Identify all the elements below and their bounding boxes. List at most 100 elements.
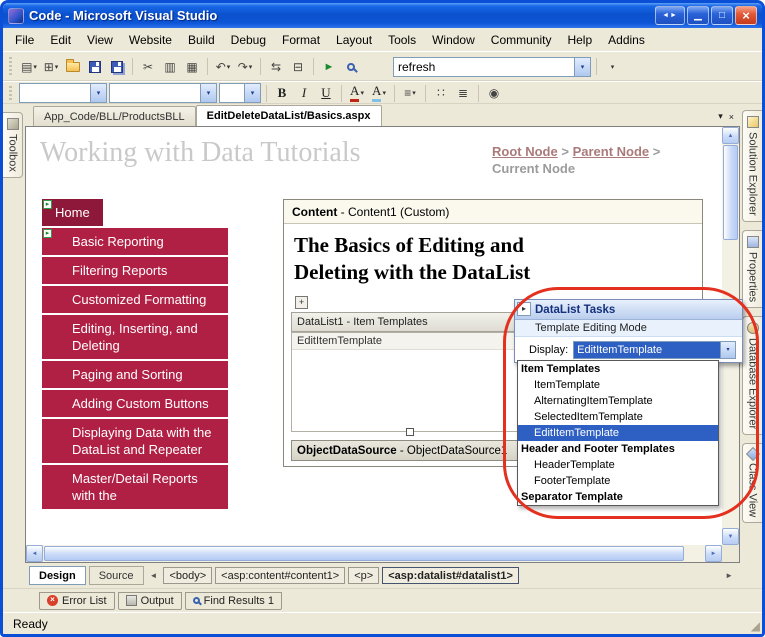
tag-p[interactable]: <p> (348, 567, 380, 584)
scroll-down-button[interactable]: ▼ (722, 528, 739, 545)
smart-tag-collapse-icon[interactable]: ▸ (517, 302, 531, 316)
dropdown-button[interactable]: ▾ (90, 84, 106, 102)
tab-basics-aspx[interactable]: EditDeleteDataList/Basics.aspx (195, 105, 382, 126)
toolbox-tab[interactable]: Toolbox (3, 112, 23, 178)
menu-window[interactable]: Window (424, 30, 483, 50)
tab-close-button[interactable]: × (729, 112, 734, 122)
tab-products-bll[interactable]: App_Code/BLL/ProductsBLL (33, 106, 196, 126)
save-button[interactable] (85, 57, 105, 77)
design-view-tab[interactable]: Design (29, 566, 86, 585)
nav-item-displaying-data[interactable]: Displaying Data with the DataList and Re… (42, 419, 228, 463)
class-view-tab[interactable]: Class View (742, 443, 762, 524)
paste-button[interactable]: ▦ (182, 57, 202, 77)
font-name-input[interactable] (110, 86, 200, 100)
template-edit-region[interactable]: EditItemTemplate (291, 332, 529, 436)
resize-handle[interactable] (406, 428, 414, 436)
nav-item-filtering-reports[interactable]: Filtering Reports (42, 257, 228, 284)
output-tab[interactable]: Output (117, 591, 182, 610)
tab-list-dropdown-button[interactable]: ▾ (718, 111, 723, 122)
quick-find-dropdown-button[interactable]: ▾ (574, 57, 590, 76)
bold-button[interactable]: B (272, 83, 292, 103)
font-size-input[interactable] (220, 86, 244, 100)
tag-scroll-left-icon[interactable]: ◄ (147, 571, 161, 580)
display-combobox-value[interactable]: EditItemTemplate (574, 341, 720, 358)
horizontal-scrollbar[interactable]: ◄ ► (26, 545, 722, 562)
dropdown-item[interactable]: ItemTemplate (518, 377, 718, 393)
nav-item-home[interactable]: ▸ Home (42, 199, 228, 226)
undo-button[interactable]: ↶ ▾ (213, 57, 233, 77)
menu-format[interactable]: Format (274, 30, 328, 50)
start-debug-button[interactable]: ► (319, 57, 339, 77)
solution-explorer-tab[interactable]: Solution Explorer (742, 110, 762, 222)
align-button[interactable]: ≡ ▾ (400, 83, 420, 103)
menu-file[interactable]: File (7, 30, 42, 50)
breadcrumb-root-link[interactable]: Root Node (492, 144, 558, 159)
redo-button[interactable]: ↷ ▾ (235, 57, 255, 77)
scroll-left-button[interactable]: ◄ (26, 545, 43, 562)
find-results-tab[interactable]: Find Results 1 (184, 591, 282, 610)
dropdown-item-selected[interactable]: EditItemTemplate (518, 425, 718, 441)
dropdown-button[interactable]: ▾ (244, 84, 260, 102)
menu-debug[interactable]: Debug (223, 30, 274, 50)
cut-button[interactable]: ✂ (138, 57, 158, 77)
navigate-button[interactable]: ⇆ (266, 57, 286, 77)
source-view-tab[interactable]: Source (88, 566, 144, 585)
font-size-combobox[interactable]: ▾ (219, 83, 261, 103)
menu-website[interactable]: Website (121, 30, 180, 50)
hyperlink-button[interactable]: ◉ (484, 83, 504, 103)
nav-item-basic-reporting[interactable]: ▸ Basic Reporting (42, 228, 228, 255)
restore-button[interactable]: □ (711, 6, 733, 25)
menu-build[interactable]: Build (180, 30, 223, 50)
open-file-button[interactable] (63, 57, 83, 77)
menu-tools[interactable]: Tools (380, 30, 424, 50)
copy-button[interactable]: ▥ (160, 57, 180, 77)
nav-item-customized-formatting[interactable]: Customized Formatting (42, 286, 228, 313)
breadcrumb-parent-link[interactable]: Parent Node (573, 144, 650, 159)
quick-find-input[interactable] (394, 59, 574, 74)
bullet-list-button[interactable]: ∷ (431, 83, 451, 103)
vertical-scrollbar-thumb[interactable] (723, 145, 738, 240)
tag-scroll-right-icon[interactable]: ► (722, 571, 736, 580)
close-button[interactable]: × (735, 6, 757, 25)
error-list-tab[interactable]: × Error List (39, 591, 115, 610)
underline-button[interactable]: U (316, 83, 336, 103)
nav-item-editing-inserting-deleting[interactable]: Editing, Inserting, and Deleting (42, 315, 228, 359)
tag-asp-content[interactable]: <asp:content#content1> (215, 567, 346, 584)
target-schema-combobox[interactable]: ▾ (19, 83, 107, 103)
resize-grip-icon[interactable]: ◢ (751, 619, 760, 633)
nav-item-paging-sorting[interactable]: Paging and Sorting (42, 361, 228, 388)
window-shrink-button[interactable]: ◄► (655, 6, 685, 25)
dropdown-item[interactable]: SelectedItemTemplate (518, 409, 718, 425)
find-in-files-button[interactable] (341, 57, 361, 77)
font-name-combobox[interactable]: ▾ (109, 83, 217, 103)
move-handle-icon[interactable]: + (295, 296, 308, 309)
designer-glyph-icon[interactable]: ▸ (43, 200, 52, 209)
menu-view[interactable]: View (79, 30, 121, 50)
numbered-list-button[interactable]: ≣ (453, 83, 473, 103)
comment-button[interactable]: ⊟ (288, 57, 308, 77)
menu-community[interactable]: Community (483, 30, 560, 50)
tag-asp-datalist[interactable]: <asp:datalist#datalist1> (382, 567, 519, 584)
properties-tab[interactable]: Properties (742, 229, 762, 308)
add-item-button[interactable]: ⊞ ▾ (41, 57, 61, 77)
italic-button[interactable]: I (294, 83, 314, 103)
save-all-button[interactable] (107, 57, 127, 77)
dropdown-item[interactable]: HeaderTemplate (518, 457, 718, 473)
dropdown-button[interactable]: ▾ (200, 84, 216, 102)
menu-addins[interactable]: Addins (600, 30, 653, 50)
horizontal-scrollbar-thumb[interactable] (44, 546, 684, 561)
minimize-button[interactable]: ▁ (687, 6, 709, 25)
dropdown-item[interactable]: FooterTemplate (518, 473, 718, 489)
display-combobox-dropdown-button[interactable]: ▾ (720, 341, 735, 358)
new-file-button[interactable]: ▤ ▾ (19, 57, 39, 77)
scroll-right-button[interactable]: ► (705, 545, 722, 562)
database-explorer-tab[interactable]: Database Explorer (742, 315, 762, 436)
toolbar-grip[interactable] (9, 57, 12, 76)
menu-edit[interactable]: Edit (42, 30, 79, 50)
menu-help[interactable]: Help (559, 30, 600, 50)
designer-glyph-icon[interactable]: ▸ (43, 229, 52, 238)
tag-body[interactable]: <body> (163, 567, 213, 584)
highlight-button[interactable]: A ▾ (369, 83, 389, 103)
font-color-button[interactable]: A ▾ (347, 83, 367, 103)
toolbar-grip[interactable] (9, 85, 12, 101)
